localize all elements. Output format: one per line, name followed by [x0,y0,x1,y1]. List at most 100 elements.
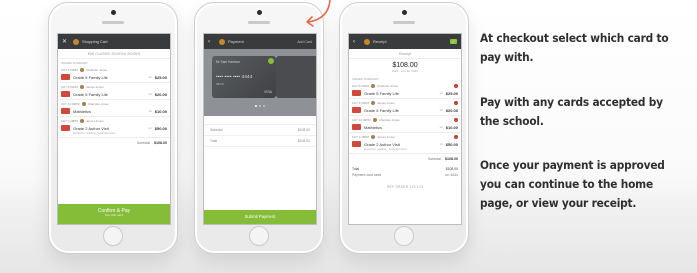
app-bar: ‹ Payment Add Card [204,34,316,49]
selected-card[interactable]: Mr Sam Harrison •••• •••• •••• 4444 09/1… [212,56,276,98]
app-title: Payment [228,39,244,44]
item-price: $50.00 [445,141,458,147]
confirm-pay-button[interactable]: Confirm & Pay Pay with card [58,204,170,224]
order-date: 10/7 6:54PM [352,84,370,88]
home-button[interactable] [394,226,414,246]
item-thumbnail [352,107,361,113]
item-name: Mathletics [364,124,383,130]
item-name: Grade 5 Family Life [73,91,108,97]
caption-approved: Once your payment is approved you can co… [480,158,665,210]
totals-value: •••• 4444 [444,173,458,177]
student-name: Charlotte Jones [86,68,108,72]
totals-label: Payment card used [352,173,382,177]
card-carousel[interactable]: Mr Sam Harrison •••• •••• •••• 4444 09/1… [204,49,316,116]
carousel-dot [259,105,261,107]
item-thumbnail [61,91,70,97]
selected-card-icon [268,58,274,64]
item-name: Grade 2 Author Visit [364,141,400,147]
subtotal-value: $108.00 [445,157,458,161]
subtotal-label: Subtotal [427,157,441,161]
item-thumbnail [61,125,70,131]
subtotal-label: Subtotal [136,141,150,145]
receipt-total: $108.00 [392,62,418,69]
summary-label: Total [210,139,218,143]
store-name: EMI CLASSIC SCHOOL BOOKS [58,49,170,59]
order-date: 10/7 12:49PM [352,118,371,122]
next-card[interactable] [276,56,316,98]
item-price: $20.00 [445,107,458,113]
totals-block: Total $108.00 Payment card used •••• 4444 [349,164,461,180]
delete-icon[interactable]: − [454,135,458,139]
item-price: $10.00 [445,124,458,130]
totals-row: Payment card used •••• 4444 [352,172,458,178]
back-arrow-icon[interactable]: ‹ [353,39,361,45]
carousel-dot [255,105,257,107]
avatar-icon [80,85,85,89]
item-price: $50.00 [154,125,167,131]
subtotal-value: $108.00 [154,141,167,145]
app-bar: ‹ Receipt ✓ [349,34,461,49]
student-name: Charlotte Jones [377,84,399,88]
item-thumbnail [61,74,70,80]
phone-payment: ‹ Payment Add Card Mr Sam Harrison •••• … [194,2,324,254]
order-date: 10/7 12:49PM [61,102,80,106]
app-title: Shopping Cart [82,39,108,44]
order-item[interactable]: 10/7 6:54PM Charlotte Jones − Grade 5 Famil… [349,82,461,99]
item-name: Grade 2 Author Visit [73,125,109,131]
student-name: James Jones [86,119,104,123]
item-price: $20.00 [154,91,167,97]
front-camera [257,10,262,15]
student-name: Charlotte Jones [378,118,400,122]
order-line: Grade 2 Author Visit x1 $50.00 [352,139,458,147]
check-icon[interactable]: ✓ [450,39,457,44]
order-list: 10/7 6:54PM Charlotte Jones Grade 5 Family… [58,66,170,138]
order-date: 10/7 1:28PM [352,135,370,139]
item-note: Excursion reading - Guardian form [73,131,116,135]
card-expiry: 09/18 [216,82,224,86]
submit-payment-button[interactable]: Submit Payment [204,210,316,224]
avatar-icon [372,118,377,122]
delete-icon[interactable]: − [454,101,458,105]
home-button[interactable] [103,226,123,246]
item-note: Excursion reading - Guardian form [364,147,407,151]
pointer-arrow-icon [306,0,331,27]
order-date: 10/7 6:54PM [61,68,79,72]
school-logo [364,38,370,45]
close-icon[interactable]: ✕ [62,39,70,45]
card-holder: Mr Sam Harrison [216,60,241,64]
item-name: Mathletics [73,108,92,114]
add-card-link[interactable]: Add Card [297,40,312,44]
avatar-icon [371,135,376,139]
order-item[interactable]: 10/7 1:28PM James Jones Grade 2 Author Vis… [58,117,170,138]
school-logo [73,38,79,45]
order-item[interactable]: 10/7 12:49PM Charlotte Jones − Mathletics x1… [349,116,461,133]
item-name: Grade 5 Family Life [364,107,399,113]
student-name: Charlotte Jones [87,102,109,106]
carousel-dot [263,105,265,107]
item-qty: x1 [439,108,443,112]
home-button[interactable] [249,226,269,246]
app-bar: ✕ Shopping Cart [58,34,170,49]
order-item[interactable]: 10/7 6:54PM James Jones − Grade 5 Family Li… [349,99,461,116]
order-line: Mathletics x1 $10.00 [352,122,458,130]
totals-value: $108.00 [445,167,458,171]
avatar-icon [371,84,376,88]
order-date: 10/7 1:28PM [61,119,79,123]
app-title: Receipt [373,39,387,44]
delete-icon[interactable]: − [454,118,458,122]
item-thumbnail [352,141,361,147]
order-date: 10/7 6:54PM [352,101,370,105]
order-item[interactable]: 10/7 1:28PM James Jones − Grade 2 Author Vi… [349,133,461,154]
order-item[interactable]: 10/7 6:54PM Charlotte Jones Grade 5 Family… [58,66,170,83]
order-item[interactable]: 10/7 12:49PM Charlotte Jones Mathletics x1 $… [58,100,170,117]
delete-icon[interactable]: − [454,84,458,88]
caption-any-card: Pay with any cards accepted by the schoo… [480,95,663,128]
back-arrow-icon[interactable]: ‹ [208,39,216,45]
order-item[interactable]: 10/7 6:54PM James Jones Grade 5 Family Lif… [58,83,170,100]
item-price: $25.00 [154,74,167,80]
item-name: Grade 5 Family Life [73,74,108,80]
school-logo [219,38,225,45]
student-name: James Jones [86,85,104,89]
checkout-screen: ✕ Shopping Cart EMI CLASSIC SCHOOL BOOKS… [57,33,171,225]
summary-row: Subtotal $108.00 [204,124,316,136]
